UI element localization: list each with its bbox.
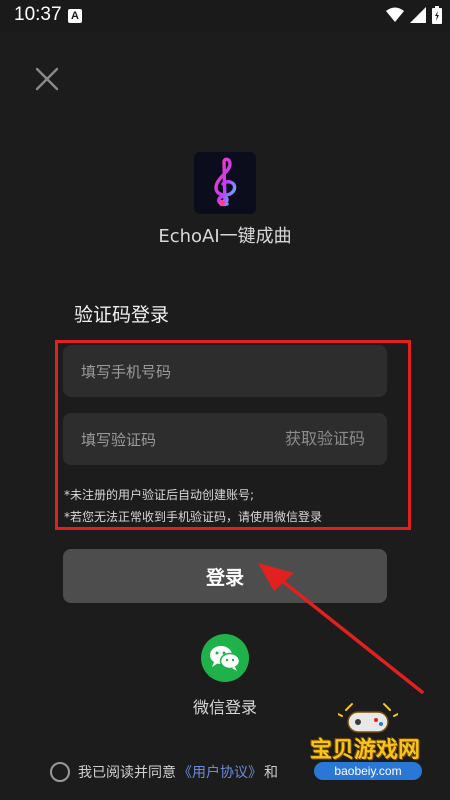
hint-auto-register: *未注册的用户验证后自动创建账号;: [64, 488, 255, 502]
agreement-and: 和: [264, 765, 278, 781]
signal-icon: [410, 7, 426, 23]
hint-use-wechat: *若您无法正常收到手机验证码，请使用微信登录: [64, 510, 323, 524]
status-icons: [386, 6, 442, 24]
get-code-button[interactable]: 获取验证码: [285, 413, 365, 465]
login-title: 验证码登录: [74, 304, 170, 326]
battery-icon: [432, 6, 442, 24]
login-button[interactable]: 登录: [63, 549, 387, 603]
watermark-logo: 宝贝游戏网 baobeiy.com: [300, 702, 450, 800]
code-input[interactable]: [79, 413, 263, 467]
treble-clef-icon: [214, 157, 237, 207]
status-time: 10:37: [14, 4, 62, 25]
watermark-url: baobeiy.com: [314, 762, 422, 780]
wechat-icon: [210, 646, 241, 671]
phone-input[interactable]: [79, 345, 373, 399]
gamepad-icon: [338, 703, 398, 733]
close-icon: [35, 67, 59, 91]
agreement-text: 我已阅读并同意: [78, 765, 176, 781]
agreement-checkbox[interactable]: [50, 762, 70, 782]
wechat-login-button[interactable]: [201, 634, 249, 682]
status-bar: 10:37 A: [0, 0, 450, 32]
code-field[interactable]: 获取验证码: [63, 413, 387, 467]
phone-field[interactable]: [63, 345, 387, 399]
watermark-title: 宝贝游戏网: [309, 738, 420, 763]
notification-icon: A: [68, 9, 82, 23]
close-button[interactable]: [34, 66, 60, 92]
agreement-row: 我已阅读并同意 《用户协议》 和: [50, 762, 278, 782]
app-logo: [194, 152, 256, 214]
user-agreement-link[interactable]: 《用户协议》: [178, 762, 262, 782]
wifi-icon: [386, 7, 404, 22]
app-name: EchoAI一键成曲: [158, 226, 292, 247]
